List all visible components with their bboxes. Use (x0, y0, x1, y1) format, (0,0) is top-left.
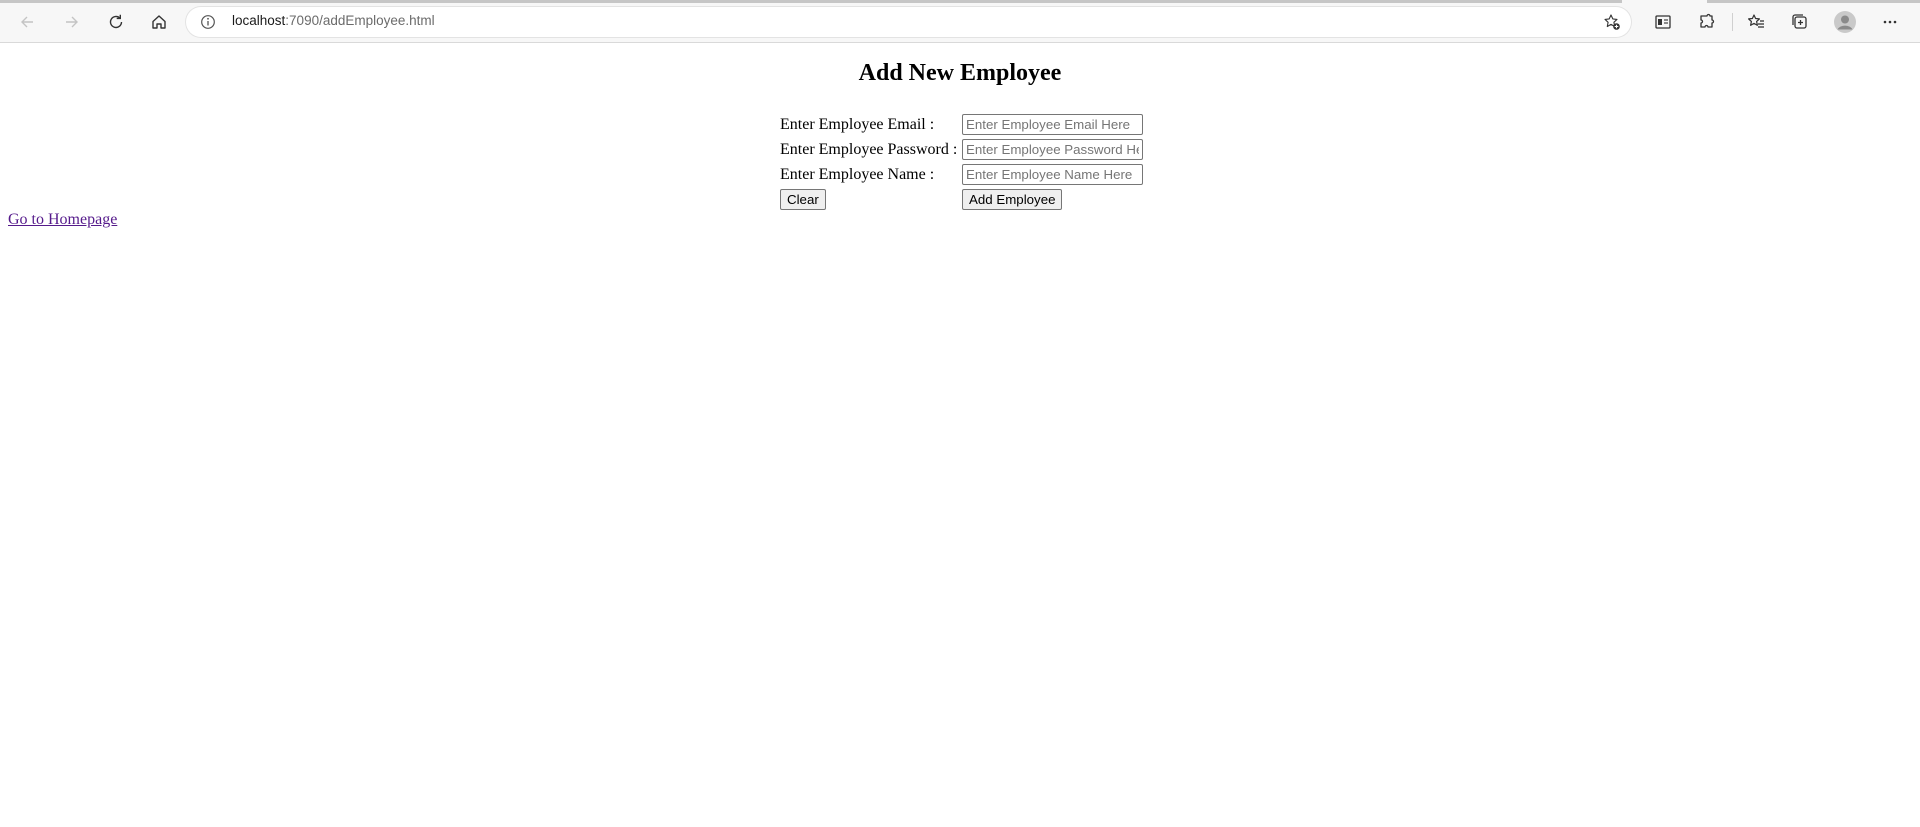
password-cell (962, 138, 1143, 161)
buttons-row: Clear Add Employee (780, 188, 1143, 211)
browser-toolbar: localhost:7090/addEmployee.html (0, 0, 1920, 43)
clear-cell: Clear (780, 188, 962, 211)
password-label: Enter Employee Password : (780, 140, 958, 158)
extensions-button[interactable] (1691, 6, 1723, 38)
page-title: Add New Employee (858, 60, 1062, 86)
password-row: Enter Employee Password : (780, 138, 1143, 161)
home-button[interactable] (143, 6, 175, 38)
go-to-homepage-link[interactable]: Go to Homepage (8, 211, 117, 229)
add-favorite-icon[interactable] (1603, 13, 1621, 31)
toolbar-divider (1732, 13, 1733, 31)
name-field[interactable] (962, 164, 1143, 185)
forward-button[interactable] (56, 6, 88, 38)
info-icon[interactable] (200, 14, 216, 30)
reader-view-button[interactable] (1647, 6, 1679, 38)
refresh-button[interactable] (100, 6, 132, 38)
favorites-button[interactable] (1740, 6, 1772, 38)
url-text[interactable]: localhost:7090/addEmployee.html (232, 13, 435, 28)
address-bar[interactable]: localhost:7090/addEmployee.html (186, 7, 1631, 37)
favorites-icon (1748, 14, 1764, 28)
url-path: :7090/addEmployee.html (285, 13, 435, 28)
submit-cell: Add Employee (962, 188, 1143, 211)
collections-icon (1792, 14, 1807, 29)
email-row: Enter Employee Email : (780, 113, 1143, 136)
reader-view-icon (1655, 15, 1671, 29)
tab-strip-edge (0, 0, 1622, 3)
more-menu-icon (1883, 20, 1897, 24)
email-label: Enter Employee Email : (780, 115, 935, 133)
password-field[interactable] (962, 139, 1143, 160)
forward-arrow-icon (66, 16, 78, 28)
home-icon (152, 15, 166, 29)
form-table: Enter Employee Email : Enter Employee Pa… (780, 111, 1143, 213)
name-row: Enter Employee Name : (780, 163, 1143, 186)
clear-button[interactable]: Clear (780, 189, 826, 210)
add-employee-button[interactable]: Add Employee (962, 189, 1063, 210)
extensions-icon (1700, 13, 1715, 28)
name-label: Enter Employee Name : (780, 165, 935, 183)
email-cell (962, 113, 1143, 136)
email-field[interactable] (962, 114, 1143, 135)
url-host: localhost (232, 13, 286, 28)
profile-avatar (1834, 11, 1856, 33)
profile-button[interactable] (1829, 6, 1861, 38)
refresh-icon (109, 14, 123, 29)
back-arrow-icon (21, 16, 33, 28)
name-cell (962, 163, 1143, 186)
more-menu-button[interactable] (1874, 6, 1906, 38)
back-button[interactable] (11, 6, 43, 38)
tab-strip-edge-right (1707, 0, 1920, 3)
collections-button[interactable] (1784, 6, 1816, 38)
